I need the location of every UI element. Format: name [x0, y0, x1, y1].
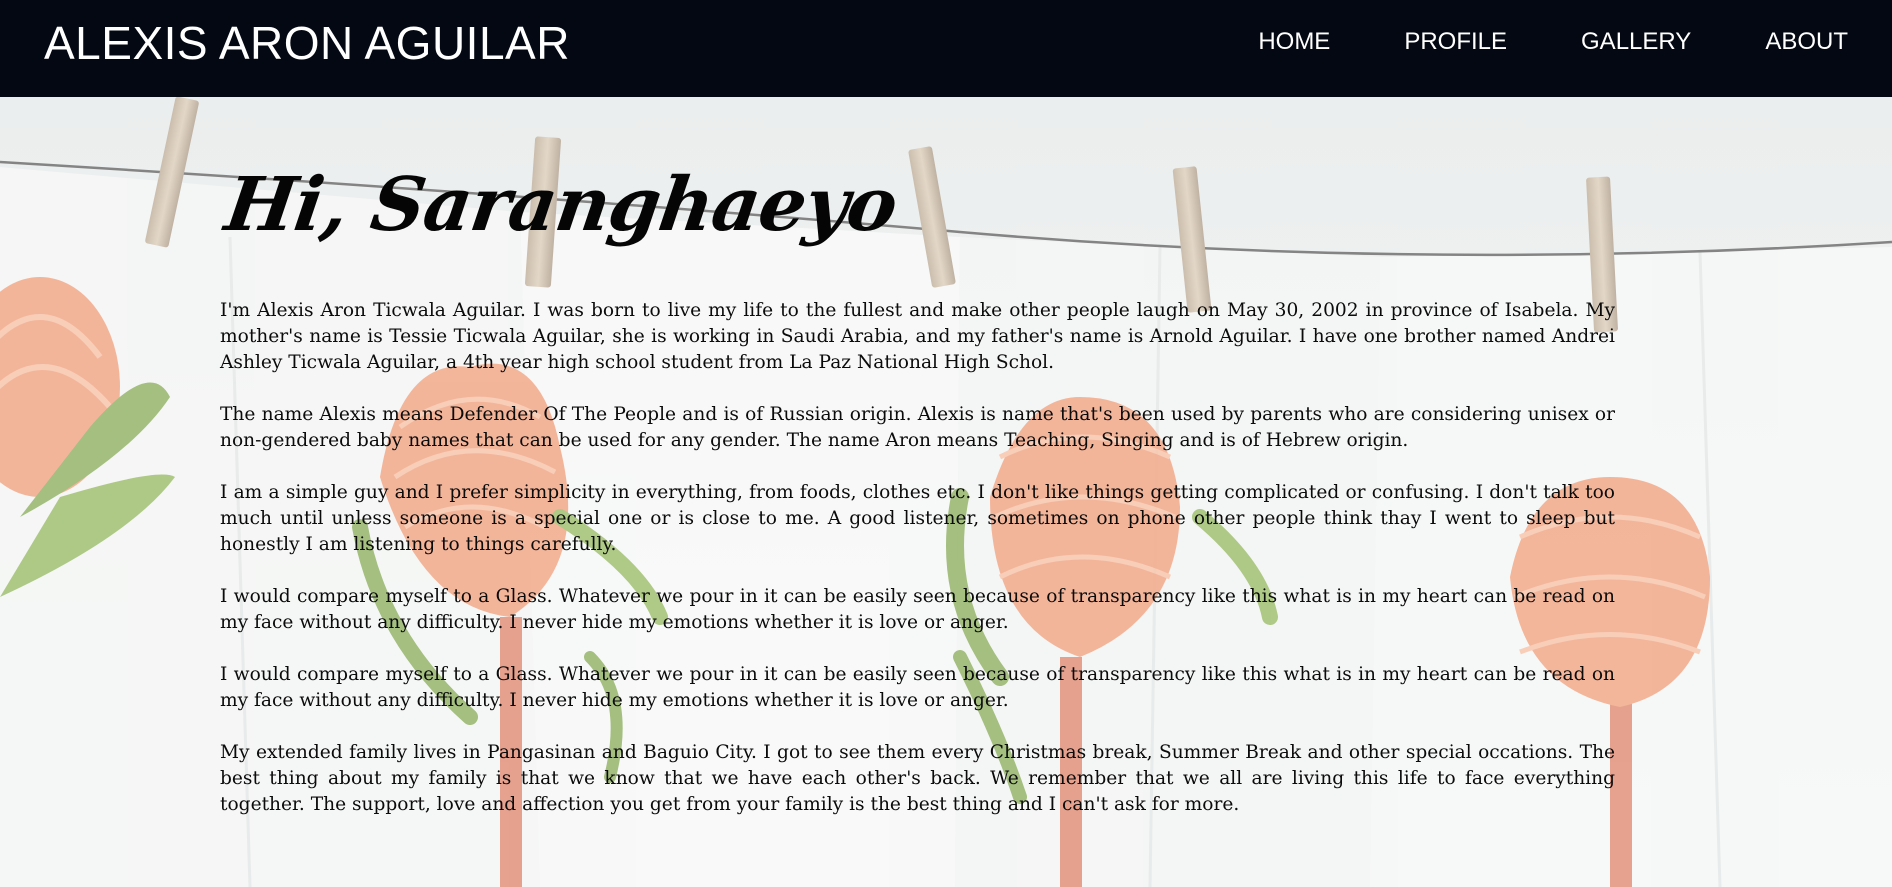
site-title[interactable]: ALEXIS ARON AGUILAR	[44, 18, 570, 68]
nav-gallery-link[interactable]: GALLERY	[1581, 28, 1691, 56]
nav-home-link[interactable]: HOME	[1258, 28, 1330, 56]
greeting-heading: Hi, Saranghaeyo	[220, 162, 902, 248]
about-content: Hi, Saranghaeyo I'm Alexis Aron Ticwala …	[220, 160, 1615, 844]
glass-paragraph: I would compare myself to a Glass. Whate…	[220, 586, 1615, 633]
personality-paragraph: I am a simple guy and I prefer simplicit…	[220, 482, 1615, 555]
nav-profile-link[interactable]: PROFILE	[1404, 28, 1507, 56]
bio-paragraph: I'm Alexis Aron Ticwala Aguilar. I was b…	[220, 300, 1615, 373]
name-meaning-paragraph: The name Alexis means Defender Of The Pe…	[220, 404, 1615, 451]
site-header: ALEXIS ARON AGUILAR HOME PROFILE GALLERY…	[0, 0, 1892, 97]
nav-about-link[interactable]: ABOUT	[1765, 28, 1848, 56]
main-nav: HOME PROFILE GALLERY ABOUT	[1184, 28, 1848, 56]
family-paragraph: My extended family lives in Pangasinan a…	[220, 742, 1615, 815]
glass-paragraph-repeat: I would compare myself to a Glass. Whate…	[220, 664, 1615, 711]
